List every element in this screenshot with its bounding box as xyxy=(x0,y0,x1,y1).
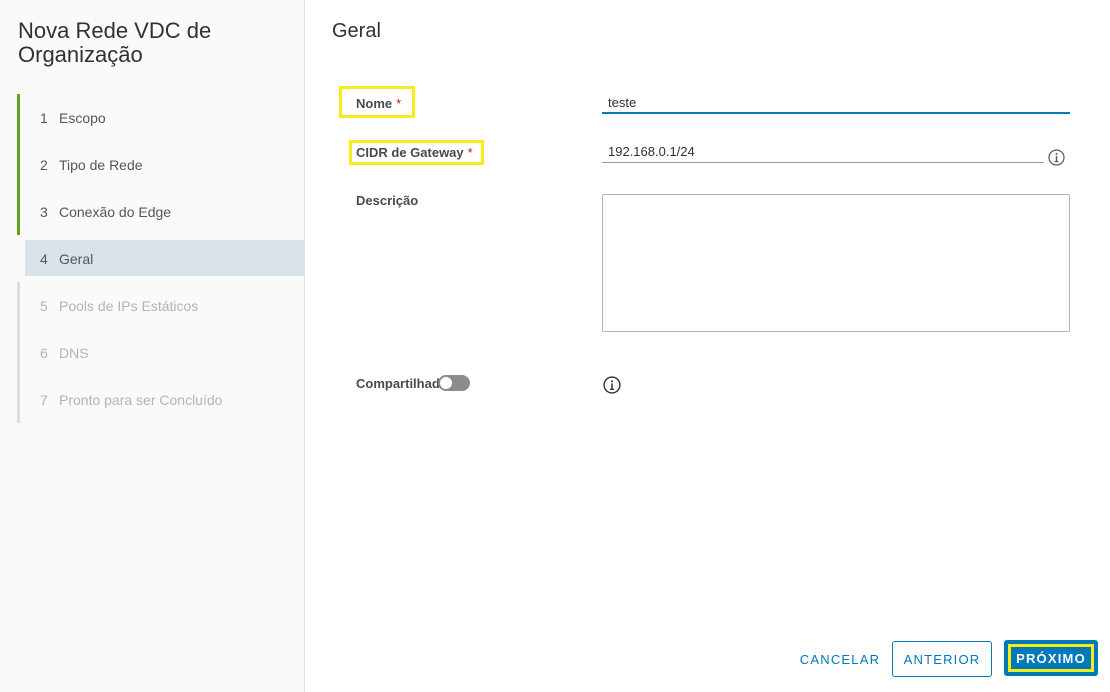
wizard-steps: 1 Escopo 2 Tipo de Rede 3 Conexão do Edg… xyxy=(17,94,304,423)
info-icon[interactable] xyxy=(1048,149,1065,166)
wizard-step-scope[interactable]: 1 Escopo xyxy=(17,94,304,141)
wizard-step-static-ip-pools: 5 Pools de IPs Estáticos xyxy=(17,282,304,329)
page-title: Geral xyxy=(332,20,381,42)
description-textarea[interactable] xyxy=(602,194,1070,332)
name-label: Nome * xyxy=(356,96,401,111)
shared-toggle[interactable] xyxy=(438,375,470,391)
description-label: Descrição xyxy=(356,193,419,208)
toggle-knob xyxy=(439,376,453,390)
wizard-content: Geral Nome* CIDR de Gateway* Descrição C… xyxy=(305,0,1110,692)
gateway-cidr-input[interactable] xyxy=(602,141,1044,163)
step-label: DNS xyxy=(59,344,89,361)
wizard-step-network-type[interactable]: 2 Tipo de Rede xyxy=(17,141,304,188)
name-label-text: Nome xyxy=(356,96,393,111)
step-number: 2 xyxy=(40,156,48,173)
step-label: Pronto para ser Concluído xyxy=(59,391,223,408)
step-label: Pools de IPs Estáticos xyxy=(59,297,199,314)
next-button[interactable]: PRÓXIMO xyxy=(1004,640,1098,676)
step-label: Conexão do Edge xyxy=(59,203,172,220)
name-input[interactable] xyxy=(602,92,1070,114)
required-mark: * xyxy=(396,96,402,111)
required-mark: * xyxy=(467,145,473,160)
previous-button[interactable]: ANTERIOR xyxy=(892,641,992,677)
step-number: 4 xyxy=(40,250,48,267)
step-number: 1 xyxy=(40,109,48,126)
step-number: 6 xyxy=(40,344,48,361)
gateway-cidr-label: CIDR de Gateway * xyxy=(356,145,473,160)
wizard-step-general[interactable]: 4 Geral xyxy=(17,235,304,282)
step-label: Geral xyxy=(59,250,94,267)
step-label: Escopo xyxy=(59,109,106,126)
wizard-title: Nova Rede VDC de Organização xyxy=(18,18,212,67)
wizard-step-dns: 6 DNS xyxy=(17,329,304,376)
step-number: 7 xyxy=(40,391,48,408)
wizard-step-ready-to-complete: 7 Pronto para ser Concluído xyxy=(17,376,304,423)
wizard-step-edge-connection[interactable]: 3 Conexão do Edge xyxy=(17,188,304,235)
step-label: Tipo de Rede xyxy=(59,156,143,173)
gateway-cidr-label-text: CIDR de Gateway xyxy=(356,145,464,160)
step-number: 5 xyxy=(40,297,48,314)
info-icon[interactable] xyxy=(603,376,621,394)
next-button-label: PRÓXIMO xyxy=(1008,644,1094,672)
wizard-sidebar: Nova Rede VDC de Organização 1 Escopo 2 … xyxy=(0,0,305,692)
cancel-button[interactable]: CANCELAR xyxy=(795,641,885,677)
step-number: 3 xyxy=(40,203,48,220)
shared-label: Compartilhado xyxy=(356,376,440,391)
